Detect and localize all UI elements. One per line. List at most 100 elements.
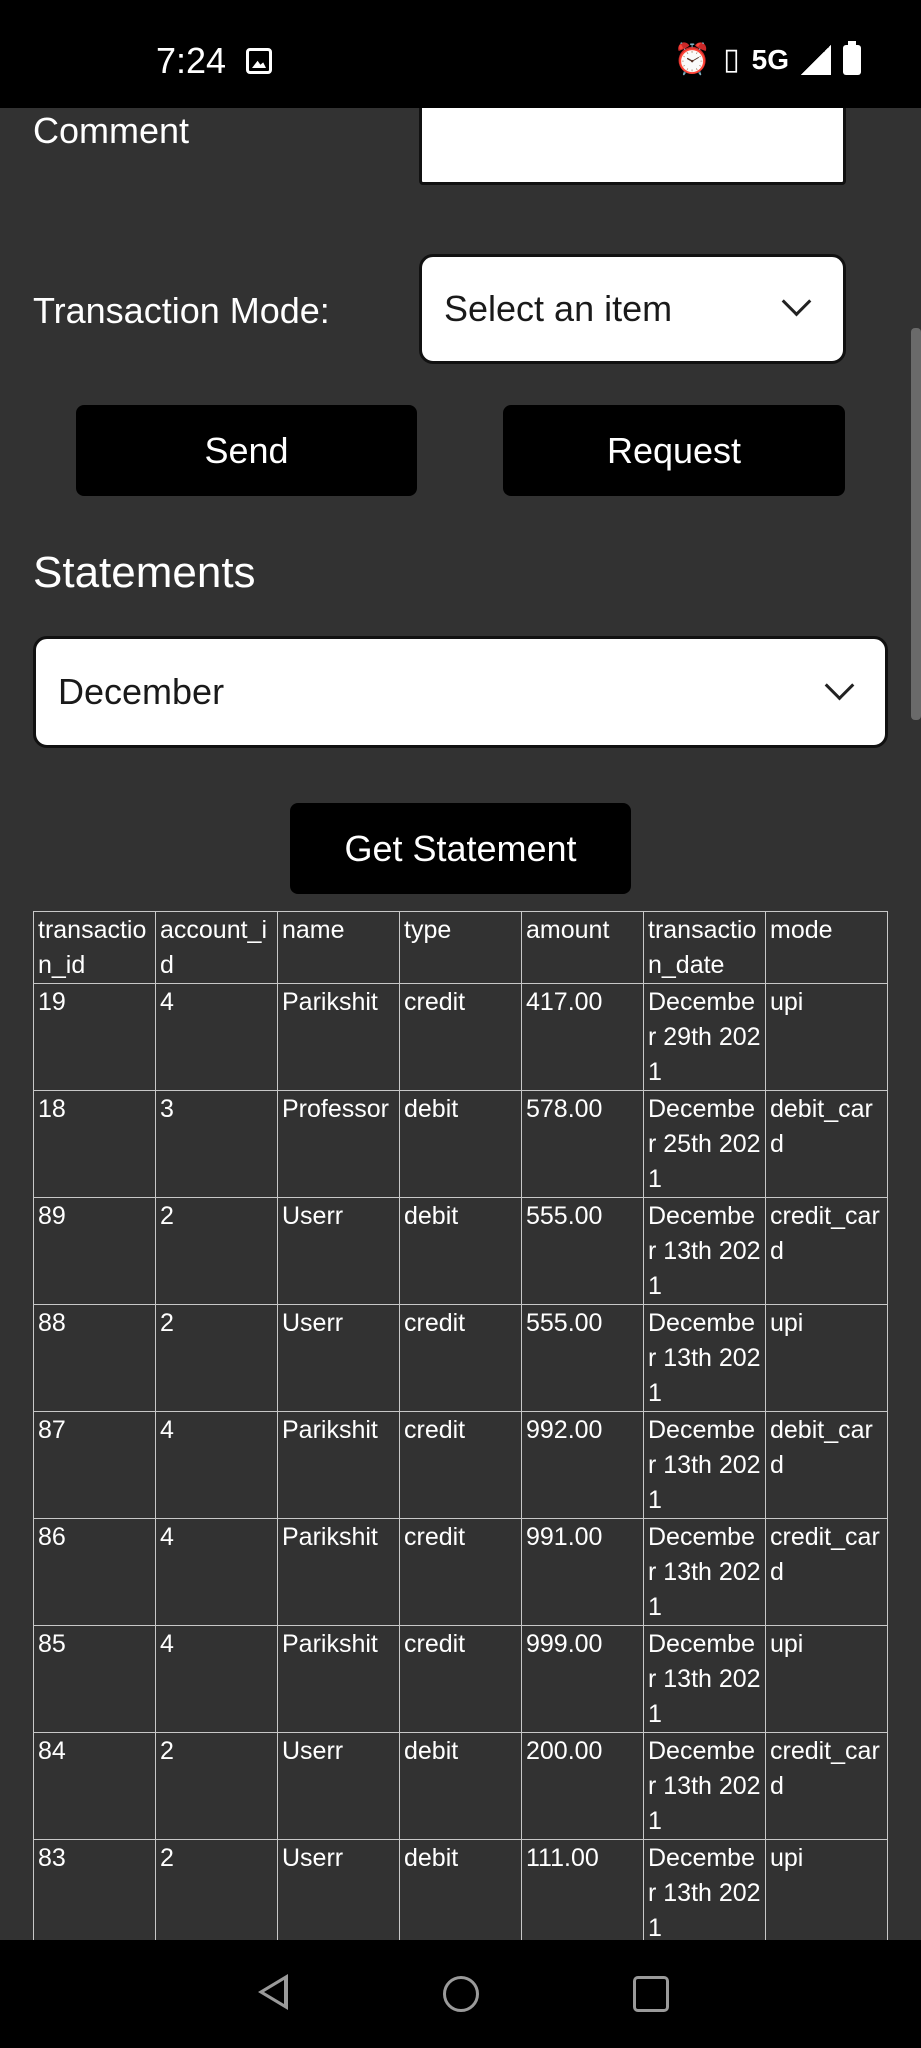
- cell: Parikshit: [277, 1518, 400, 1626]
- table-row: 19 4 Parikshit credit 417.00 December 29…: [33, 983, 888, 1091]
- cell: 3: [155, 1090, 278, 1198]
- cell: 555.00: [521, 1304, 644, 1412]
- transaction-mode-value: Select an item: [444, 288, 673, 329]
- cell: December 13th 2021: [643, 1518, 766, 1626]
- cell: debit: [399, 1197, 522, 1305]
- status-time: 7:24: [156, 40, 227, 81]
- cell: credit_card: [765, 1197, 888, 1305]
- table-row: 87 4 Parikshit credit 992.00 December 13…: [33, 1411, 888, 1519]
- cell: Userr: [277, 1839, 400, 1947]
- cell: upi: [765, 1625, 888, 1733]
- cell: Userr: [277, 1304, 400, 1412]
- request-button[interactable]: Request: [503, 405, 845, 496]
- cell: 2: [155, 1304, 278, 1412]
- cell: credit: [399, 1625, 522, 1733]
- cell: 4: [155, 1518, 278, 1626]
- cell: Userr: [277, 1732, 400, 1840]
- cell: 200.00: [521, 1732, 644, 1840]
- cell: 992.00: [521, 1411, 644, 1519]
- cell: 2: [155, 1197, 278, 1305]
- table-row: 18 3 Professor debit 578.00 December 25t…: [33, 1090, 888, 1198]
- cell: 417.00: [521, 983, 644, 1091]
- header-amount: amount: [521, 911, 644, 984]
- send-button[interactable]: Send: [76, 405, 417, 496]
- cell: 555.00: [521, 1197, 644, 1305]
- table-row: 86 4 Parikshit credit 991.00 December 13…: [33, 1518, 888, 1626]
- cell: credit: [399, 1518, 522, 1626]
- header-transaction-date: transaction_date: [643, 911, 766, 984]
- cell: 88: [33, 1304, 156, 1412]
- cell: December 13th 2021: [643, 1839, 766, 1947]
- cell: December 13th 2021: [643, 1732, 766, 1840]
- cell: 4: [155, 1625, 278, 1733]
- cell: Userr: [277, 1197, 400, 1305]
- status-bar: 7:24 ⏰ ▯ 5G: [0, 0, 921, 108]
- cell: 18: [33, 1090, 156, 1198]
- cell: credit: [399, 1304, 522, 1412]
- chevron-down-icon: [824, 670, 855, 701]
- cell: 83: [33, 1839, 156, 1947]
- image-icon: [246, 48, 272, 74]
- header-name: name: [277, 911, 400, 984]
- cell: Parikshit: [277, 983, 400, 1091]
- cell: upi: [765, 1304, 888, 1412]
- transaction-mode-label: Transaction Mode:: [33, 290, 330, 331]
- cell: 87: [33, 1411, 156, 1519]
- cell: December 29th 2021: [643, 983, 766, 1091]
- network-label: 5G: [751, 44, 789, 75]
- cell: upi: [765, 983, 888, 1091]
- chevron-down-icon: [781, 286, 812, 317]
- comment-input[interactable]: [419, 108, 846, 185]
- comment-label: Comment: [33, 110, 190, 151]
- get-statement-button[interactable]: Get Statement: [290, 803, 631, 894]
- cell: debit_card: [765, 1090, 888, 1198]
- cell: 89: [33, 1197, 156, 1305]
- header-transaction-id: transaction_id: [33, 911, 156, 984]
- cell: Parikshit: [277, 1411, 400, 1519]
- month-value: December: [58, 671, 225, 712]
- table-row: 85 4 Parikshit credit 999.00 December 13…: [33, 1625, 888, 1733]
- table-row: 89 2 Userr debit 555.00 December 13th 20…: [33, 1197, 888, 1305]
- transaction-mode-select[interactable]: Select an item: [419, 254, 846, 364]
- cell: 85: [33, 1625, 156, 1733]
- header-account-id: account_id: [155, 911, 278, 984]
- table-row: 83 2 Userr debit 111.00 December 13th 20…: [33, 1839, 888, 1947]
- cell: debit: [399, 1839, 522, 1947]
- cell: 991.00: [521, 1518, 644, 1626]
- cell: 2: [155, 1732, 278, 1840]
- statements-heading: Statements: [33, 548, 256, 597]
- cell: credit_card: [765, 1518, 888, 1626]
- cell: December 13th 2021: [643, 1304, 766, 1412]
- cell: December 25th 2021: [643, 1090, 766, 1198]
- cell: Professor: [277, 1090, 400, 1198]
- home-icon[interactable]: [443, 1976, 479, 2012]
- cell: 111.00: [521, 1839, 644, 1947]
- battery-icon: [843, 41, 861, 75]
- recents-icon[interactable]: [633, 1976, 669, 2012]
- cell: upi: [765, 1839, 888, 1947]
- cell: 86: [33, 1518, 156, 1626]
- cell: credit_card: [765, 1732, 888, 1840]
- back-icon-inner: [264, 1980, 284, 2004]
- status-icons: ⏰ ▯ 5G: [674, 41, 861, 76]
- cell: credit: [399, 1411, 522, 1519]
- cell: 84: [33, 1732, 156, 1840]
- cell: 2: [155, 1839, 278, 1947]
- cell: debit_card: [765, 1411, 888, 1519]
- vibrate-icon: ▯: [723, 43, 740, 76]
- cell: debit: [399, 1090, 522, 1198]
- header-mode: mode: [765, 911, 888, 984]
- month-select[interactable]: December: [33, 636, 888, 748]
- signal-icon: [801, 45, 831, 75]
- cell: December 13th 2021: [643, 1411, 766, 1519]
- cell: debit: [399, 1732, 522, 1840]
- table-row: 88 2 Userr credit 555.00 December 13th 2…: [33, 1304, 888, 1412]
- cell: 4: [155, 1411, 278, 1519]
- scrollbar-thumb[interactable]: [911, 328, 921, 720]
- header-type: type: [399, 911, 522, 984]
- cell: Parikshit: [277, 1625, 400, 1733]
- cell: 4: [155, 983, 278, 1091]
- cell: 19: [33, 983, 156, 1091]
- cell: credit: [399, 983, 522, 1091]
- table-row: 84 2 Userr debit 200.00 December 13th 20…: [33, 1732, 888, 1840]
